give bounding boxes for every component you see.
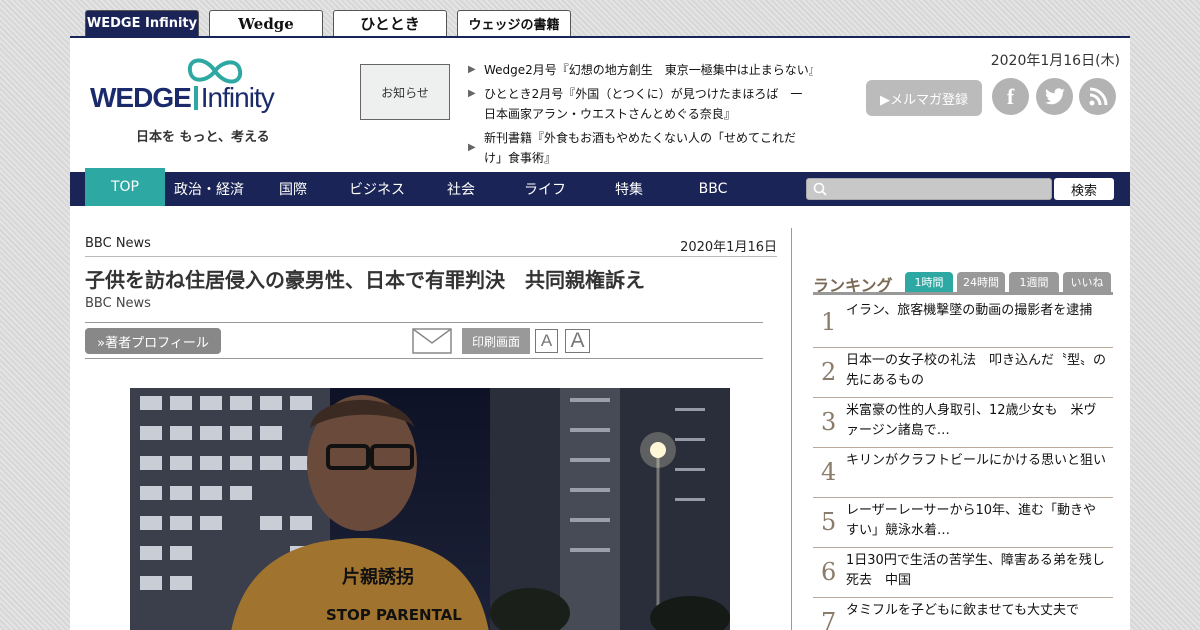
logo-text-b: Infinity (200, 82, 275, 113)
article: BBC News 2020年1月16日 子供を訪ね住居侵入の豪男性、日本で有罪判… (85, 236, 777, 630)
nav-politics-economy[interactable]: 政治・経済 (169, 172, 249, 206)
ranking-item[interactable]: 2 日本一の女子校の礼法 叩き込んだ〝型〟の先にあるもの (813, 348, 1113, 398)
site-tab-books[interactable]: ウェッジの書籍 (457, 10, 571, 36)
header-date: 2020年1月16日(木) (990, 53, 1120, 69)
arrow-right-icon: ▶ (468, 64, 476, 75)
email-share-icon[interactable] (412, 328, 452, 354)
rank-number: 2 (821, 358, 837, 386)
arrow-right-icon: ▶ (468, 142, 476, 153)
shirt-text-2: STOP PARENTAL (326, 606, 462, 624)
site-tab-label: Wedge (238, 14, 294, 33)
site-logo[interactable]: WEDGE Infinity 日本を もっと、考える (88, 56, 318, 145)
shirt-text-1: 片親誘拐 (342, 566, 414, 588)
site-tab-hitotoki[interactable]: ひととき (333, 10, 447, 36)
main-nav: TOP 政治・経済 国際 ビジネス 社会 ライフ 特集 BBC 検索 (70, 168, 1130, 206)
font-size-small-button[interactable]: A (535, 329, 558, 353)
rss-icon[interactable] (1079, 78, 1116, 115)
site-tab-label: ウェッジの書籍 (468, 18, 560, 33)
rank-number: 6 (821, 558, 837, 586)
rank-number: 7 (821, 608, 837, 630)
rank-text: キリンがクラフトビールにかける思いと狙い (846, 453, 1107, 468)
ranking-item[interactable]: 6 1日30円で生活の苦学生、障害ある弟を残し死去 中国 (813, 548, 1113, 598)
nav-international[interactable]: 国際 (253, 172, 333, 206)
logo-text-a: WEDGE (90, 82, 192, 113)
newsletter-button[interactable]: ▶メルマガ登録 (866, 80, 982, 116)
site-tab-label: ひととき (360, 15, 420, 33)
news-item[interactable]: ▶ Wedge2月号『幻想の地方創生 東京一極集中は止まらない』 (468, 60, 813, 80)
nav-society[interactable]: 社会 (421, 172, 501, 206)
article-date: 2020年1月16日 (680, 240, 777, 255)
main-frame: WEDGE Infinity 日本を もっと、考える お知らせ ▶ Wedge2月号… (70, 36, 1130, 630)
arrow-right-icon: ▶ (468, 88, 476, 99)
font-size-large-button[interactable]: A (565, 329, 590, 353)
divider (813, 292, 1113, 295)
ranking-item[interactable]: 4 キリンがクラフトビールにかける思いと狙い (813, 448, 1113, 498)
rank-text: 日本一の女子校の礼法 叩き込んだ〝型〟の先にあるもの (846, 353, 1107, 388)
news-item[interactable]: ▶ 新刊書籍『外食もお酒もやめたくない人の「せめてこれだけ」食事術』 (468, 128, 813, 168)
nav-features[interactable]: 特集 (589, 172, 669, 206)
facebook-icon[interactable]: f (992, 78, 1029, 115)
article-photo: 片親誘拐 STOP PARENTAL (130, 388, 730, 630)
nav-business[interactable]: ビジネス (337, 172, 417, 206)
logo-wordmark: WEDGE Infinity (90, 82, 275, 114)
news-text: Wedge2月号『幻想の地方創生 東京一極集中は止まらない』 (484, 63, 813, 77)
column-divider (791, 228, 792, 630)
ranking-tab-24h[interactable]: 24時間 (957, 272, 1005, 292)
rank-number: 5 (821, 508, 837, 536)
divider (85, 358, 763, 359)
ranking-item[interactable]: 1 イラン、旅客機撃墜の動画の撮影者を逮捕 (813, 298, 1113, 348)
logo-tagline: 日本を もっと、考える (136, 130, 270, 145)
news-list: ▶ Wedge2月号『幻想の地方創生 東京一極集中は止まらない』 ▶ ひととき2月号… (468, 60, 813, 172)
ranking-item[interactable]: 3 米富豪の性的人身取引、12歳少女も 米ヴァージン諸島で… (813, 398, 1113, 448)
ranking-tab-likes[interactable]: いいね (1063, 272, 1111, 292)
ranking-list: 1 イラン、旅客機撃墜の動画の撮影者を逮捕 2 日本一の女子校の礼法 叩き込んだ〝型… (813, 298, 1113, 630)
ranking-tab-1h[interactable]: 1時間 (905, 272, 953, 292)
search-icon (813, 182, 827, 196)
divider (85, 256, 777, 257)
nav-bbc[interactable]: BBC (673, 172, 753, 206)
article-source[interactable]: BBC News (85, 236, 777, 251)
search-button[interactable]: 検索 (1054, 178, 1114, 200)
article-title: 子供を訪ね住居侵入の豪男性、日本で有罪判決 共同親権訴え (85, 268, 645, 292)
nav-top[interactable]: TOP (85, 168, 165, 206)
print-button[interactable]: 印刷画面 (462, 328, 530, 354)
twitter-bird-icon (1044, 87, 1065, 104)
rank-number: 1 (821, 308, 837, 336)
rank-text: イラン、旅客機撃墜の動画の撮影者を逮捕 (846, 303, 1093, 318)
divider (85, 322, 763, 323)
rank-number: 4 (821, 458, 837, 486)
notice-button[interactable]: お知らせ (360, 64, 450, 120)
rank-text: レーザーレーサーから10年、進む「動きやすい」競泳水着… (846, 503, 1097, 538)
rank-number: 3 (821, 408, 837, 436)
rank-text: 米富豪の性的人身取引、12歳少女も 米ヴァージン諸島で… (846, 403, 1097, 438)
news-item[interactable]: ▶ ひととき2月号『外国（とつくに）が見つけたまほろば 一日本画家アラン・ウエスト… (468, 84, 813, 124)
ranking-item[interactable]: 7 タミフルを子どもに飲ませても大丈夫で (813, 598, 1113, 630)
ranking-tab-1w[interactable]: 1週間 (1009, 272, 1059, 292)
site-tab-wedge-infinity[interactable]: WEDGE Infinity (85, 10, 199, 36)
rss-feed-icon (1089, 87, 1107, 105)
article-photo-image: 片親誘拐 STOP PARENTAL (130, 388, 730, 630)
site-tab-label: WEDGE Infinity (86, 16, 198, 31)
site-tab-wedge[interactable]: Wedge (209, 10, 323, 36)
rank-text: タミフルを子どもに飲ませても大丈夫で (846, 603, 1079, 618)
news-text: 新刊書籍『外食もお酒もやめたくない人の「せめてこれだけ」食事術』 (484, 131, 797, 165)
rank-text: 1日30円で生活の苦学生、障害ある弟を残し死去 中国 (846, 553, 1105, 588)
nav-life[interactable]: ライフ (505, 172, 585, 206)
news-text: ひととき2月号『外国（とつくに）が見つけたまほろば 一日本画家アラン・ウエストさ… (484, 87, 803, 121)
search-input[interactable] (806, 178, 1052, 200)
twitter-icon[interactable] (1036, 78, 1073, 115)
author-profile-button[interactable]: »著者プロフィール (85, 328, 221, 354)
article-author[interactable]: BBC News (85, 296, 151, 311)
ranking-item[interactable]: 5 レーザーレーサーから10年、進む「動きやすい」競泳水着… (813, 498, 1113, 548)
